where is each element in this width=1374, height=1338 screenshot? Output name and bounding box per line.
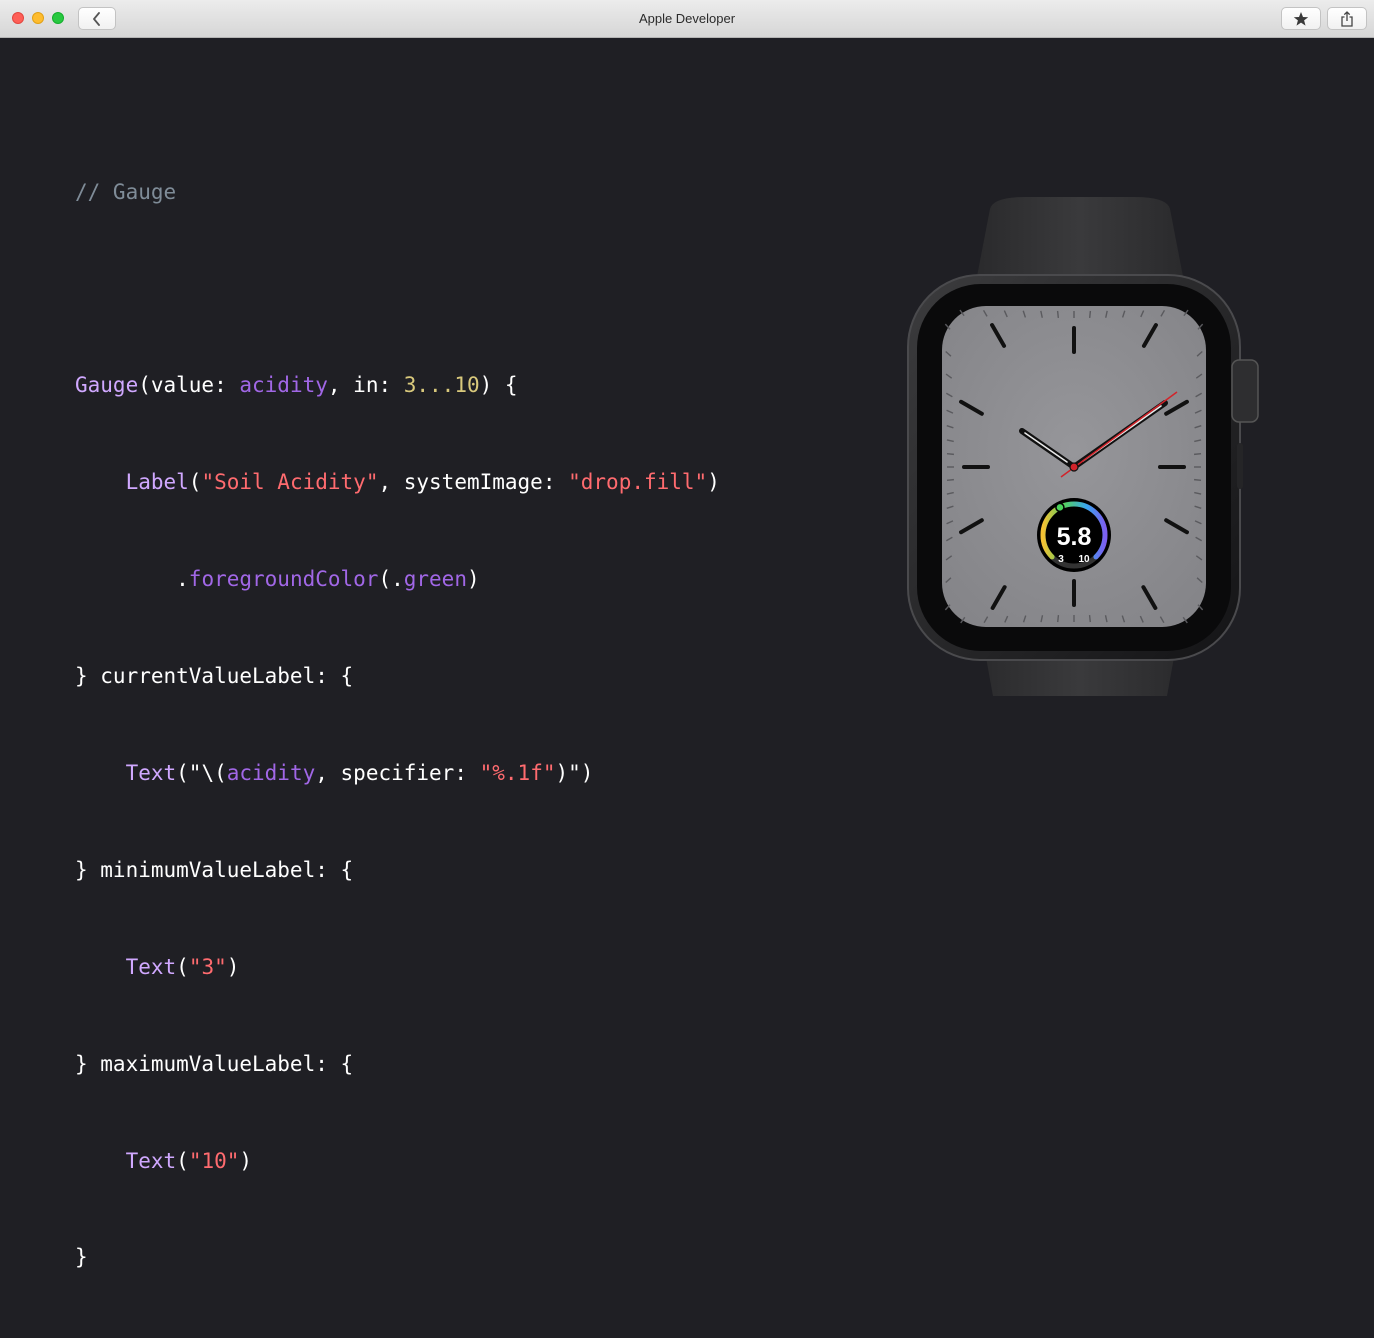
watch-band-top (975, 197, 1185, 287)
code-token: ) (466, 567, 480, 592)
gauge-max-label: 10 (1078, 554, 1090, 565)
code-token: ) { (479, 373, 518, 398)
hand-pivot (1069, 462, 1079, 472)
code-token: green (403, 567, 467, 592)
code-token: ) (707, 470, 720, 495)
code-line-10: } (75, 1241, 720, 1273)
code-token: . (75, 567, 189, 592)
code-token: } minimumValueLabel: { (75, 857, 354, 882)
minute-tick (1056, 310, 1060, 319)
slide-content: // Gauge Gauge(value: acidity, in: 3...1… (0, 39, 1374, 1269)
code-token: )") (555, 760, 594, 785)
side-button (1237, 443, 1243, 489)
code-line-7: Text("3") (75, 951, 720, 983)
code-token: Text (125, 1148, 177, 1173)
minute-tick (946, 452, 955, 456)
code-token: Gauge (75, 373, 139, 398)
code-token: acidity (226, 760, 316, 785)
gauge-current-value: 5.8 (1057, 523, 1092, 551)
code-token: "Soil Acidity" (201, 470, 379, 495)
acidity-gauge-complication: 5.8 3 10 (1037, 498, 1111, 572)
bookmark-button[interactable] (1281, 7, 1321, 30)
code-token: ( (176, 1148, 189, 1173)
minute-tick (1193, 452, 1202, 456)
code-token: } (75, 1245, 88, 1270)
title-bar: Apple Developer (0, 0, 1374, 38)
code-token: ("\( (176, 760, 227, 785)
minute-tick (1193, 478, 1202, 482)
code-line-8: } maximumValueLabel: { (75, 1048, 720, 1080)
digital-crown (1231, 359, 1259, 423)
code-token: (. (378, 567, 404, 592)
minute-tick (1088, 310, 1092, 319)
code-token: , in: (327, 373, 404, 398)
code-token: foregroundColor (188, 567, 379, 592)
code-token: } currentValueLabel: { (75, 664, 354, 689)
code-token: Text (125, 954, 177, 979)
code-token: ) (226, 954, 240, 979)
code-line-5: Text("\(acidity, specifier: "%.1f")") (75, 757, 720, 789)
code-token: "drop.fill" (568, 470, 708, 495)
minute-tick (1057, 614, 1060, 623)
code-line-6: } minimumValueLabel: { (75, 854, 720, 886)
code-token: Label (125, 470, 189, 495)
star-icon (1293, 11, 1309, 26)
code-block: // Gauge Gauge(value: acidity, in: 3...1… (75, 111, 720, 1338)
minute-tick (946, 478, 955, 482)
gauge-indicator (1055, 502, 1065, 513)
code-line-3: .foregroundColor(.green) (75, 563, 720, 595)
apple-watch-illustration: 5.8 3 10 (907, 197, 1259, 696)
code-token: ) (239, 1148, 253, 1173)
code-comment-line: // Gauge (75, 176, 720, 208)
code-comment: // Gauge (75, 179, 177, 204)
code-token: ( (176, 954, 189, 979)
code-token: } maximumValueLabel: { (75, 1051, 354, 1076)
gauge-min-label: 3 (1058, 554, 1064, 565)
code-token: Text (125, 760, 177, 785)
share-button[interactable] (1327, 7, 1367, 30)
code-token: "3" (188, 954, 227, 979)
code-line-1: Gauge(value: acidity, in: 3...10) { (75, 369, 720, 401)
code-line-9: Text("10") (75, 1145, 720, 1177)
code-token: acidity (239, 373, 328, 398)
code-token: "10" (188, 1148, 240, 1173)
code-token: , specifier: (315, 760, 480, 785)
code-token: "%.1f" (479, 760, 556, 785)
code-token: (value: (138, 373, 240, 398)
code-token: 3...10 (403, 373, 480, 398)
code-line-2: Label("Soil Acidity", systemImage: "drop… (75, 466, 720, 498)
code-token: ( (188, 470, 202, 495)
share-icon (1341, 10, 1353, 27)
code-line-4: } currentValueLabel: { (75, 660, 720, 692)
minute-tick (1088, 614, 1091, 623)
code-token: , systemImage: (378, 470, 569, 495)
window-title: Apple Developer (638, 11, 736, 26)
